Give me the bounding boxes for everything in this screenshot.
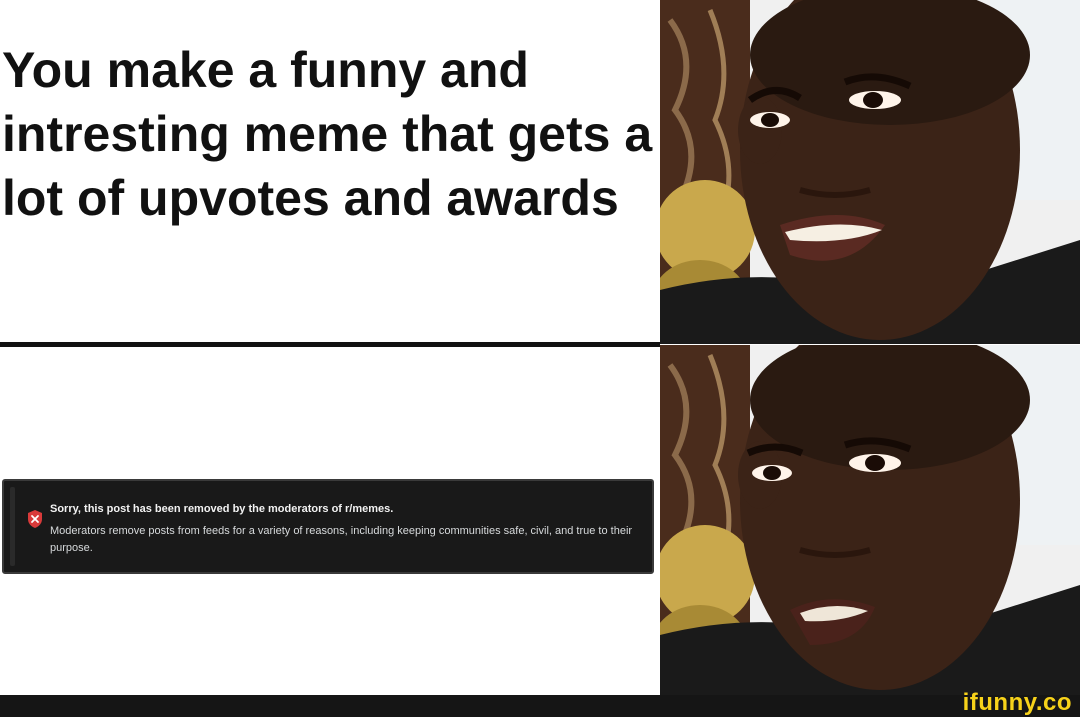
ifunny-watermark: ifunny.co xyxy=(962,689,1072,716)
notice-body: Moderators remove posts from feeds for a… xyxy=(50,525,633,554)
removed-post-notice: Sorry, this post has been removed by the… xyxy=(2,479,654,574)
disappointed-man-photo xyxy=(660,345,1080,695)
panel-divider xyxy=(0,342,660,347)
happy-man-photo xyxy=(660,0,1080,344)
notice-accent-bar xyxy=(10,487,15,566)
notice-title: Sorry, this post has been removed by the… xyxy=(50,503,394,515)
footer-bar: ifunny.co xyxy=(0,689,1080,717)
shield-x-icon xyxy=(26,509,44,529)
top-caption: You make a funny and intresting meme tha… xyxy=(2,42,653,226)
